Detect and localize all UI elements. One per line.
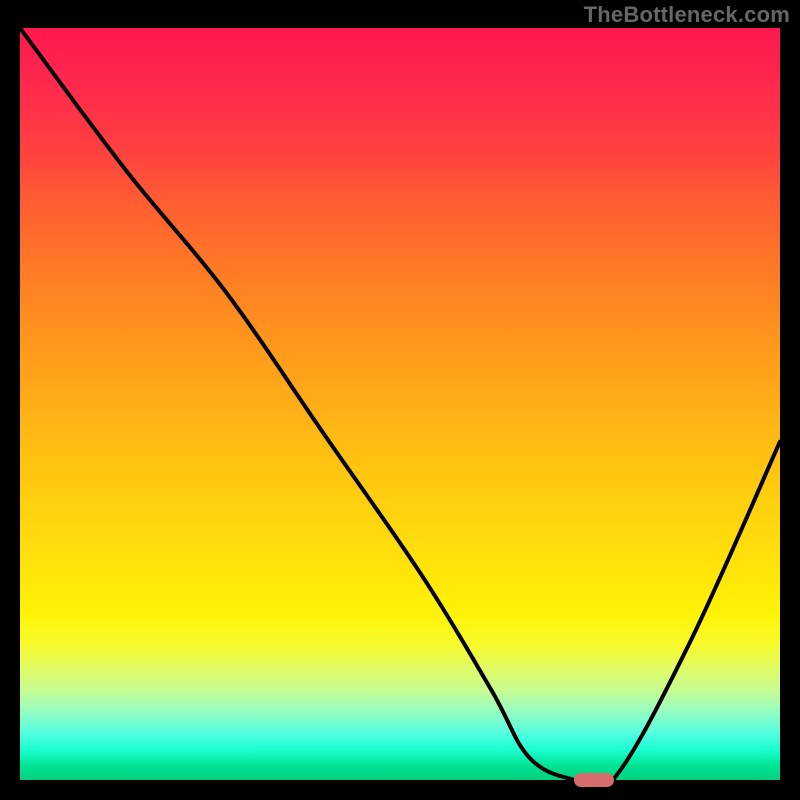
plot-area bbox=[20, 28, 780, 780]
bottleneck-curve bbox=[20, 28, 780, 780]
optimal-marker bbox=[574, 773, 614, 787]
watermark-text: TheBottleneck.com bbox=[584, 2, 790, 28]
chart-canvas: TheBottleneck.com bbox=[0, 0, 800, 800]
plot-frame bbox=[20, 28, 780, 780]
